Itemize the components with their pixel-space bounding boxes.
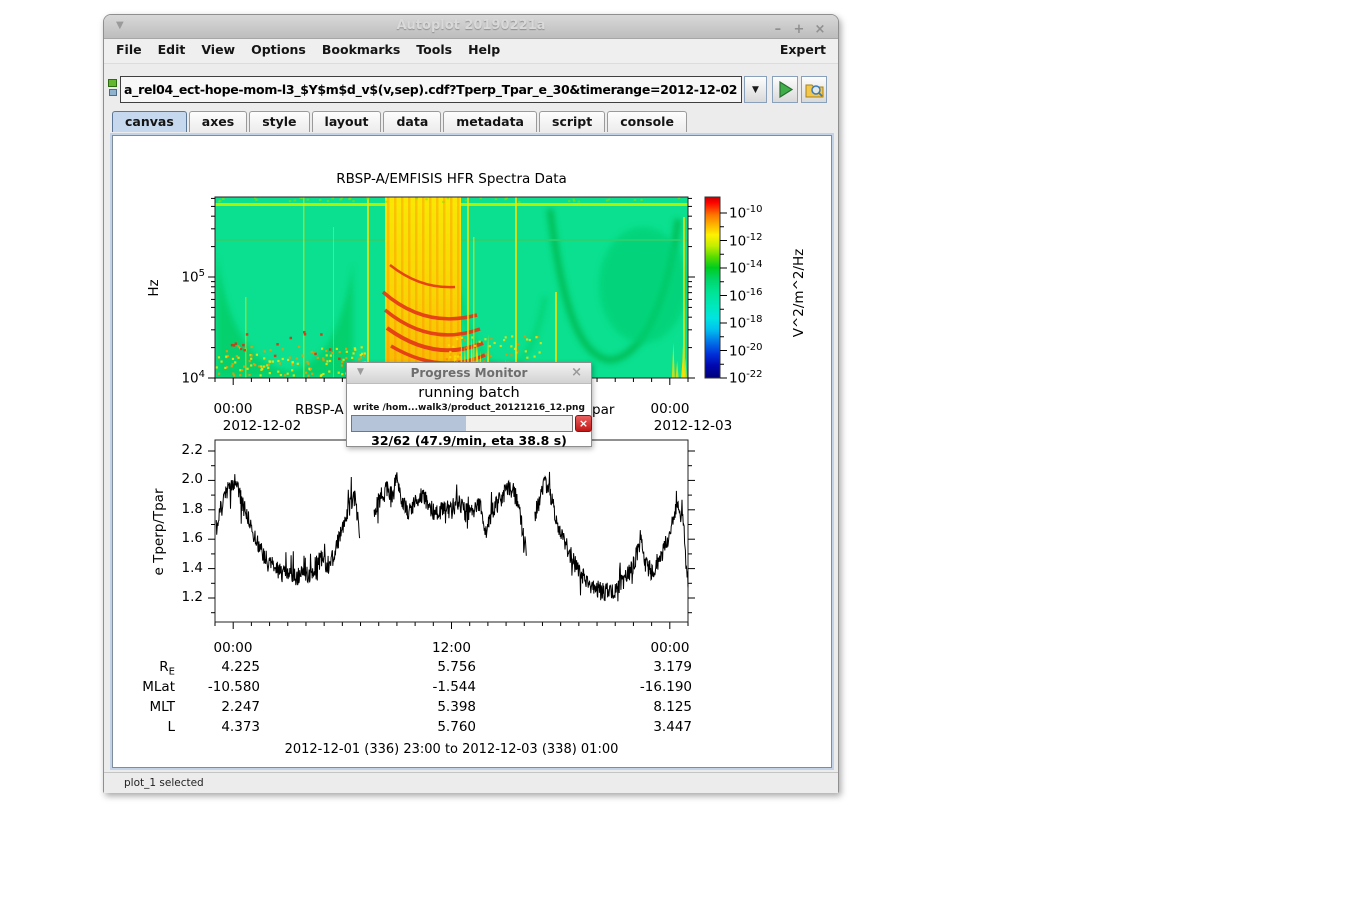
ephem-value-3-2: 3.447 (602, 719, 692, 735)
tab-canvas[interactable]: canvas (112, 111, 187, 132)
colorbar-tick-10e-12: 10-12 (729, 232, 763, 250)
cancel-task-button[interactable]: × (575, 415, 592, 432)
task-label: running batch (347, 385, 591, 401)
window-titlebar[interactable]: ▼ Autoplot 20190221a – + × (104, 15, 838, 39)
tab-style[interactable]: style (249, 111, 309, 132)
progress-bar (351, 415, 573, 432)
tab-script[interactable]: script (539, 111, 605, 132)
colorbar-tick-10e-10: 10-10 (729, 204, 763, 222)
ephem-label-L: L (115, 719, 175, 735)
progress-monitor-dialog[interactable]: ▼ Progress Monitor × running batch write… (346, 362, 592, 447)
plot2-ytick-2.2: 2.2 (157, 442, 203, 458)
ephem-value-0-1: 5.756 (386, 659, 476, 675)
colorbar-tick-10e-14: 10-14 (729, 259, 763, 277)
status-message: plot_1 selected (124, 777, 204, 789)
ephem-value-2-0: 2.247 (170, 699, 260, 715)
ephem-label-R: RE (115, 659, 175, 678)
plot2-xtick-0: 00:00 (198, 640, 268, 656)
ephem-label-MLT: MLT (115, 699, 175, 715)
uri-input[interactable]: a_rel04_ect-hope-mom-l3_$Y$m$d_v$(v,sep)… (120, 76, 742, 103)
plot2-ytick-1.6: 1.6 (157, 530, 203, 546)
ephem-value-1-1: -1.544 (386, 679, 476, 695)
close-button[interactable]: × (812, 22, 828, 37)
plot2-ytick-1.2: 1.2 (157, 589, 203, 605)
plot-canvas[interactable]: RBSP-A/EMFISIS HFR Spectra Data Hz V^2/m… (110, 133, 834, 770)
folder-search-icon (802, 77, 826, 102)
tab-bar: canvasaxesstylelayoutdatametadatascriptc… (112, 111, 689, 133)
menu-bookmarks[interactable]: Bookmarks (314, 39, 408, 57)
ephem-value-0-2: 3.179 (602, 659, 692, 675)
progress-bar-fill (352, 416, 466, 431)
status-bar: plot_1 selected (104, 772, 838, 793)
tab-axes[interactable]: axes (189, 111, 247, 132)
colorbar-label: V^2/m^2/Hz (791, 233, 807, 353)
ephem-value-2-1: 5.398 (386, 699, 476, 715)
inspect-uri-button[interactable] (801, 76, 827, 103)
plot1-xtick-0: 00:00 (198, 401, 268, 417)
ephem-value-0-0: 4.225 (170, 659, 260, 675)
tab-data[interactable]: data (383, 111, 441, 132)
datasource-type-icon (108, 79, 120, 96)
ephem-value-1-0: -10.580 (170, 679, 260, 695)
ephem-value-1-2: -16.190 (602, 679, 692, 695)
ephem-value-3-0: 4.373 (170, 719, 260, 735)
menu-options[interactable]: Options (243, 39, 314, 57)
expert-mode-label[interactable]: Expert (780, 42, 826, 57)
tab-console[interactable]: console (607, 111, 687, 132)
tab-metadata[interactable]: metadata (443, 111, 537, 132)
plot2-ytick-1.4: 1.4 (157, 560, 203, 576)
ephem-label-MLat: MLat (115, 679, 175, 695)
timerange-footer: 2012-12-01 (336) 23:00 to 2012-12-03 (33… (215, 742, 688, 757)
plot1-xtick-2: 00:00 (635, 401, 705, 417)
menu-edit[interactable]: Edit (150, 39, 194, 57)
colorbar-tick-10e-20: 10-20 (729, 342, 763, 360)
plot1-xdate-0: 2012-12-02 (207, 418, 317, 434)
address-row: a_rel04_ect-hope-mom-l3_$Y$m$d_v$(v,sep)… (104, 64, 838, 110)
progress-status: 32/62 (47.9/min, eta 38.8 s) (347, 433, 591, 448)
minimize-button[interactable]: – (770, 22, 786, 37)
menu-file[interactable]: File (108, 39, 150, 57)
maximize-button[interactable]: + (791, 22, 807, 37)
dialog-close-icon[interactable]: × (571, 365, 582, 380)
ephem-value-3-1: 5.760 (386, 719, 476, 735)
plot2-title-right-fragment: par (592, 402, 614, 418)
blue-square-icon (109, 89, 117, 96)
plot1-xdate-1: 2012-12-03 (638, 418, 748, 434)
plot2-xtick-1: 12:00 (417, 640, 487, 656)
plot2-title-left-fragment: RBSP-A (295, 402, 344, 418)
colorbar-tick-10e-16: 10-16 (729, 287, 763, 305)
uri-dropdown-button[interactable]: ▼ (744, 76, 767, 103)
plot2-xtick-2: 00:00 (635, 640, 705, 656)
go-button[interactable] (772, 76, 798, 103)
page: ▼ Autoplot 20190221a – + × FileEditViewO… (0, 0, 1345, 916)
plot1-ytick-10e4: 104 (167, 369, 205, 387)
dialog-title: Progress Monitor (347, 366, 591, 380)
plot2-ytick-2: 2.0 (157, 471, 203, 487)
green-square-icon (108, 79, 117, 87)
dialog-titlebar[interactable]: ▼ Progress Monitor × (347, 363, 591, 384)
window-controls: – + × (770, 18, 828, 37)
window-title: Autoplot 20190221a (104, 18, 838, 33)
menu-tools[interactable]: Tools (408, 39, 460, 57)
play-icon (773, 77, 797, 102)
colorbar-tick-10e-18: 10-18 (729, 314, 763, 332)
plot1-ytick-10e5: 105 (167, 268, 205, 286)
plot1-ylabel: Hz (146, 228, 162, 348)
menu-bar: FileEditViewOptionsBookmarksToolsHelp Exp… (104, 39, 838, 64)
ephem-value-2-2: 8.125 (602, 699, 692, 715)
colorbar-tick-10e-22: 10-22 (729, 369, 763, 387)
task-detail: write /hom...walk3/product_20121216_12.p… (347, 403, 591, 413)
menu-view[interactable]: View (193, 39, 243, 57)
plot1-title: RBSP-A/EMFISIS HFR Spectra Data (215, 171, 688, 187)
plot2-ytick-1.8: 1.8 (157, 501, 203, 517)
tab-layout[interactable]: layout (312, 111, 382, 132)
menu-help[interactable]: Help (460, 39, 508, 57)
